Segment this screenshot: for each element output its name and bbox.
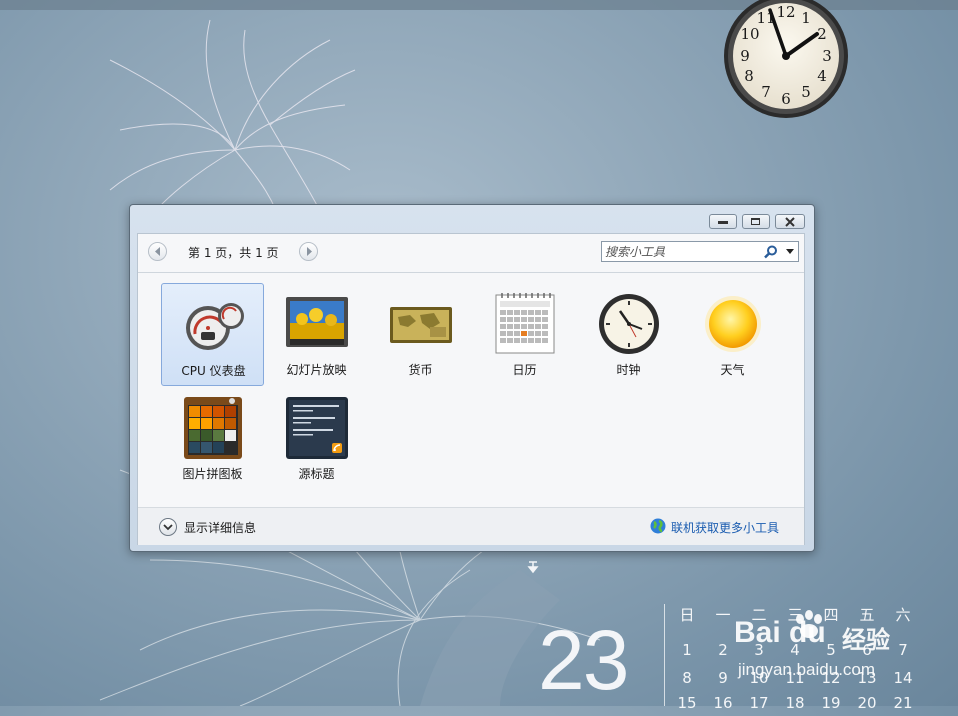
gadget-label: 幻灯片放映 bbox=[286, 363, 347, 377]
minimize-button[interactable] bbox=[709, 214, 737, 229]
gadget-label: CPU 仪表盘 bbox=[181, 364, 246, 378]
globe-icon bbox=[650, 518, 666, 534]
gadget-label: 天气 bbox=[720, 363, 745, 377]
gadget-item-feed-headlines[interactable]: 源标题 bbox=[265, 387, 368, 490]
clock-icon bbox=[599, 294, 659, 354]
show-details-label[interactable]: 显示详细信息 bbox=[184, 519, 256, 536]
gadget-search-box[interactable] bbox=[601, 241, 799, 262]
weather-sun-icon bbox=[705, 296, 761, 352]
baidu-paw-icon bbox=[796, 610, 822, 638]
clock-numeral: 5 bbox=[801, 83, 811, 101]
details-footer: 显示详细信息 联机获取更多小工具 bbox=[138, 507, 804, 545]
close-button[interactable] bbox=[775, 214, 805, 229]
page-navigator: 第 1 页，共 1 页 bbox=[148, 241, 318, 263]
toolbar-divider bbox=[138, 272, 804, 273]
calendar-icon bbox=[495, 293, 555, 354]
page-indicator: 第 1 页，共 1 页 bbox=[188, 246, 279, 260]
gadget-item-calendar[interactable]: 日历 bbox=[473, 283, 576, 386]
show-details-button[interactable] bbox=[159, 518, 177, 536]
next-page-button[interactable] bbox=[299, 242, 318, 261]
calendar-divider bbox=[664, 604, 665, 706]
gadget-gallery-panel: 第 1 页，共 1 页 CPU 仪表盘 bbox=[137, 233, 805, 545]
clock-numeral: 7 bbox=[761, 83, 771, 101]
calendar-day[interactable]: 1 bbox=[672, 641, 702, 659]
gadget-item-weather[interactable]: 天气 bbox=[681, 283, 784, 386]
title-bar[interactable] bbox=[130, 205, 814, 233]
search-input[interactable] bbox=[605, 243, 755, 260]
chevron-left-icon bbox=[155, 247, 160, 256]
search-icon[interactable] bbox=[764, 245, 778, 259]
weekday-label: 日 bbox=[679, 606, 695, 624]
close-icon bbox=[785, 217, 795, 227]
clock-numeral: 10 bbox=[740, 25, 759, 43]
maximize-button[interactable] bbox=[742, 214, 770, 229]
get-more-gadgets-link[interactable]: 联机获取更多小工具 bbox=[671, 519, 779, 536]
baidu-jingyan-watermark: Bai du 经验 jingyan.baidu.com bbox=[728, 600, 958, 706]
clock-numeral: 12 bbox=[776, 3, 795, 21]
desktop-clock-gadget[interactable]: 12 1 2 3 4 5 6 7 8 9 10 11 bbox=[722, 0, 850, 120]
clock-numeral: 1 bbox=[801, 9, 811, 27]
previous-page-button[interactable] bbox=[148, 242, 167, 261]
minimize-icon bbox=[718, 221, 728, 224]
clock-numeral: 3 bbox=[822, 47, 832, 65]
clock-numeral: 4 bbox=[817, 67, 827, 85]
gadget-item-picture-puzzle[interactable]: 图片拼图板 bbox=[161, 387, 264, 490]
watermark-url: jingyan.baidu.com bbox=[738, 660, 876, 679]
currency-icon bbox=[390, 307, 452, 343]
gadget-gallery-window: 第 1 页，共 1 页 CPU 仪表盘 bbox=[129, 204, 815, 552]
watermark-text: 经验 bbox=[842, 626, 890, 654]
gadget-label: 日历 bbox=[512, 363, 537, 377]
clock-numeral: 9 bbox=[740, 47, 750, 65]
window-pin-icon[interactable] bbox=[526, 560, 540, 574]
calendar-day[interactable]: 8 bbox=[672, 669, 702, 687]
gadget-item-clock[interactable]: 时钟 bbox=[577, 283, 680, 386]
gadget-label: 时钟 bbox=[616, 363, 641, 377]
calendar-day[interactable]: 15 bbox=[672, 694, 702, 712]
gadget-label: 图片拼图板 bbox=[182, 467, 243, 481]
clock-numeral: 6 bbox=[781, 90, 791, 108]
gadget-label: 货币 bbox=[408, 363, 433, 377]
gadget-item-slideshow[interactable]: 幻灯片放映 bbox=[265, 283, 368, 386]
slideshow-icon bbox=[286, 297, 348, 347]
gadget-item-cpu-meter[interactable]: CPU 仪表盘 bbox=[161, 283, 264, 386]
picture-puzzle-icon bbox=[184, 397, 242, 459]
chevron-down-icon[interactable] bbox=[786, 249, 794, 254]
chevron-right-icon bbox=[307, 247, 312, 256]
feed-headlines-icon bbox=[286, 397, 348, 459]
clock-numeral: 8 bbox=[744, 67, 754, 85]
cpu-meter-icon bbox=[186, 303, 244, 350]
maximize-icon bbox=[751, 218, 760, 225]
gadget-label: 源标题 bbox=[298, 467, 335, 481]
calendar-day-number: 23 bbox=[538, 613, 629, 707]
chevron-down-icon bbox=[163, 524, 173, 531]
gadget-item-currency[interactable]: 货币 bbox=[369, 283, 472, 386]
